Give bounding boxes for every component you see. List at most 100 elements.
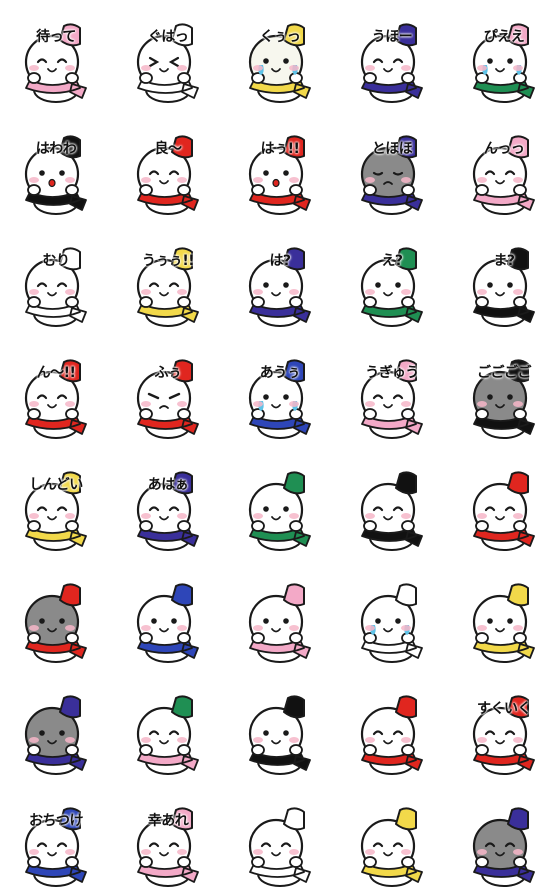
sticker-caption: 幸あれ	[147, 813, 189, 829]
snowman-icon	[24, 247, 87, 327]
sticker-28[interactable]	[224, 560, 336, 672]
snowman-icon	[360, 807, 423, 887]
sticker-3[interactable]: くぅっ	[224, 0, 336, 112]
snowman-icon	[24, 807, 87, 887]
snowman-icon	[248, 247, 311, 327]
sticker-13[interactable]: は?	[224, 224, 336, 336]
sticker-2[interactable]: ぐはっ	[112, 0, 224, 112]
sticker-caption: ぐはっ	[147, 29, 189, 45]
sticker-caption: はぅ!!	[260, 141, 300, 157]
sticker-caption: おちつけ	[29, 813, 84, 829]
hat-icon	[507, 583, 529, 607]
snowman-icon	[136, 695, 199, 775]
snowman-icon	[24, 471, 87, 551]
sticker-caption: ごごごご	[477, 365, 532, 381]
sticker-26[interactable]	[0, 560, 112, 672]
sticker-21[interactable]: しんどい	[0, 448, 112, 560]
hat-icon	[283, 471, 305, 495]
snowman-icon	[248, 23, 311, 103]
snowman-icon	[472, 695, 535, 775]
sticker-caption: ん～!!	[36, 365, 76, 381]
sticker-4[interactable]: うほー	[336, 0, 448, 112]
hat-icon	[283, 807, 305, 831]
sticker-33[interactable]	[224, 672, 336, 784]
sticker-1[interactable]: 待って	[0, 0, 112, 112]
sticker-7[interactable]: 良～	[112, 112, 224, 224]
sticker-11[interactable]: むり	[0, 224, 112, 336]
sticker-15[interactable]: ま?	[448, 224, 560, 336]
snowman-icon	[248, 471, 311, 551]
sticker-34[interactable]	[336, 672, 448, 784]
snowman-icon	[360, 23, 423, 103]
snowman-icon	[248, 695, 311, 775]
snowman-icon	[136, 359, 199, 439]
sticker-14[interactable]: え?	[336, 224, 448, 336]
snowman-icon	[472, 359, 535, 439]
hat-icon	[395, 471, 417, 495]
sticker-35[interactable]: すくいく	[448, 672, 560, 784]
sticker-29[interactable]	[336, 560, 448, 672]
sticker-caption: え?	[381, 253, 403, 269]
snowman-icon	[472, 471, 535, 551]
sticker-18[interactable]: あうぅ	[224, 336, 336, 448]
sticker-39[interactable]	[336, 784, 448, 896]
snowman-icon	[360, 583, 423, 663]
snowman-icon	[24, 583, 87, 663]
sticker-caption: うぅぅ!!	[141, 253, 195, 269]
snowman-icon	[248, 807, 311, 887]
sticker-37[interactable]: 幸あれ	[112, 784, 224, 896]
sticker-20[interactable]: ごごごご	[448, 336, 560, 448]
sticker-40[interactable]	[448, 784, 560, 896]
sticker-grid: 待って ぐはっ くぅっ うほー ぴええはわわ 良～ はぅ!! とほほ んっっむり うぅぅ!! は? え…	[0, 0, 560, 896]
sticker-16[interactable]: ん～!!	[0, 336, 112, 448]
sticker-19[interactable]: うぎゅう	[336, 336, 448, 448]
sticker-caption: 待って	[36, 29, 76, 45]
sticker-caption: とほほ	[371, 141, 413, 157]
snowman-icon	[472, 135, 535, 215]
hat-icon	[395, 583, 417, 607]
snowman-icon	[136, 23, 199, 103]
sticker-27[interactable]	[112, 560, 224, 672]
sticker-32[interactable]	[112, 672, 224, 784]
snowman-icon	[136, 807, 199, 887]
snowman-icon	[24, 695, 87, 775]
snowman-icon	[24, 135, 87, 215]
sticker-30[interactable]	[448, 560, 560, 672]
sticker-caption: あはぁ	[147, 477, 189, 493]
sticker-caption: しんどい	[29, 477, 83, 493]
sticker-31[interactable]	[0, 672, 112, 784]
sticker-25[interactable]	[448, 448, 560, 560]
snowman-icon	[360, 471, 423, 551]
hat-icon	[283, 583, 305, 607]
hat-icon	[59, 583, 81, 607]
sticker-9[interactable]: とほほ	[336, 112, 448, 224]
sticker-caption: は?	[269, 253, 291, 269]
sticker-38[interactable]	[224, 784, 336, 896]
sticker-22[interactable]: あはぁ	[112, 448, 224, 560]
sticker-5[interactable]: ぴええ	[448, 0, 560, 112]
sticker-caption: くぅっ	[259, 29, 301, 45]
sticker-caption: 良～	[154, 141, 183, 157]
snowman-icon	[136, 583, 199, 663]
sticker-caption: うほー	[371, 29, 413, 45]
sticker-12[interactable]: うぅぅ!!	[112, 224, 224, 336]
hat-icon	[171, 583, 193, 607]
hat-icon	[507, 471, 529, 495]
snowman-icon	[360, 135, 423, 215]
hat-icon	[395, 807, 417, 831]
snowman-icon	[136, 471, 199, 551]
sticker-caption: むり	[42, 253, 71, 269]
snowman-icon	[360, 695, 423, 775]
sticker-caption: ふぅ	[154, 365, 183, 381]
sticker-17[interactable]: ふぅ	[112, 336, 224, 448]
sticker-caption: すくいく	[477, 701, 532, 717]
snowman-icon	[360, 359, 423, 439]
sticker-24[interactable]	[336, 448, 448, 560]
sticker-10[interactable]: んっっ	[448, 112, 560, 224]
hat-icon	[283, 695, 305, 719]
sticker-23[interactable]	[224, 448, 336, 560]
sticker-36[interactable]: おちつけ	[0, 784, 112, 896]
sticker-8[interactable]: はぅ!!	[224, 112, 336, 224]
sticker-6[interactable]: はわわ	[0, 112, 112, 224]
snowman-icon	[248, 583, 311, 663]
